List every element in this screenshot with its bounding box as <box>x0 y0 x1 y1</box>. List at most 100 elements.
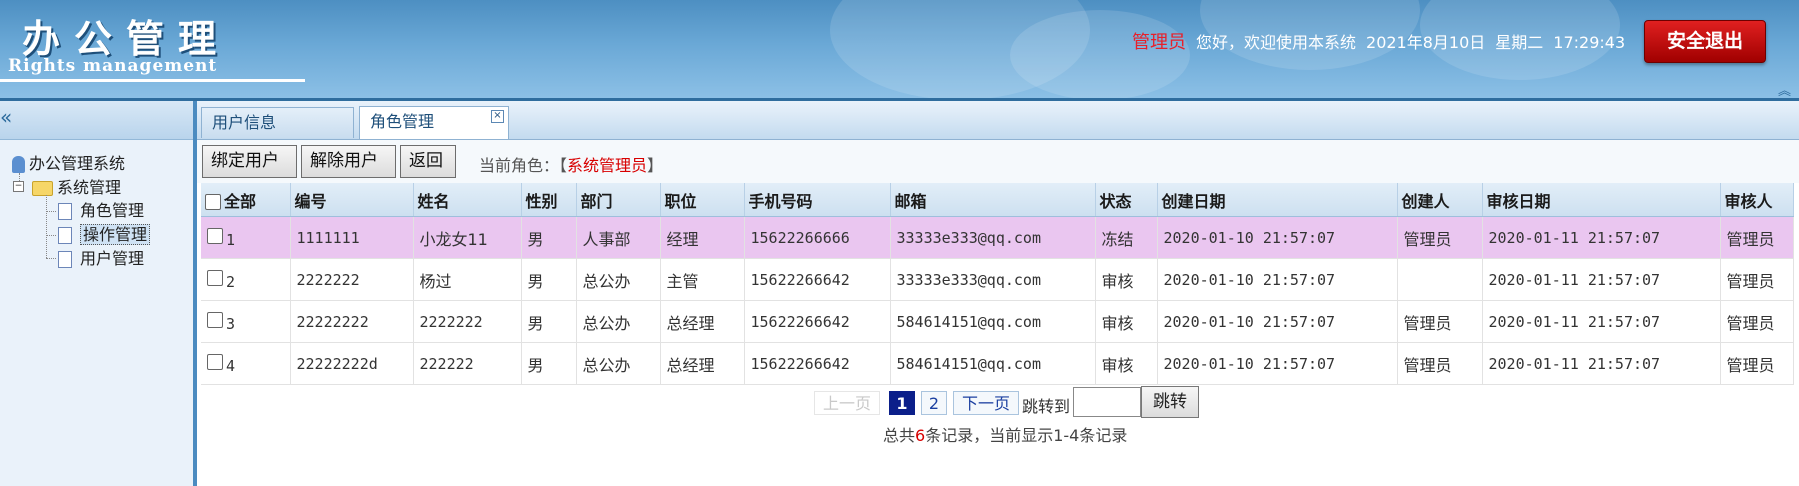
cell-gender: 男 <box>521 216 577 259</box>
row-checkbox[interactable] <box>207 228 223 244</box>
row-number: 2 <box>226 272 236 291</box>
cell-creator: 管理员 <box>1397 216 1483 259</box>
header-banner: 办公管理 Rights management 管理员 您好，欢迎使用本系统 2021… <box>0 0 1799 101</box>
cell-phone: 15622266642 <box>744 258 891 301</box>
cell-email: 584614151@qq.com <box>890 300 1096 343</box>
sidebar-item-user-management[interactable]: 用户管理 <box>58 248 144 270</box>
column-header: 创建日期 <box>1157 183 1398 217</box>
tab-user-info[interactable]: 用户信息 <box>201 107 354 138</box>
cell-gender: 男 <box>521 258 577 301</box>
cell-id: 22222222d <box>290 342 414 385</box>
tree-line <box>46 235 56 236</box>
sidebar-header <box>0 101 193 140</box>
select-all-checkbox[interactable] <box>205 194 221 210</box>
cell-reviewer: 管理员 <box>1720 216 1794 259</box>
sidebar-item-label: 角色管理 <box>80 201 145 220</box>
sidebar-item-label: 操作管理 <box>80 224 151 245</box>
cell-phone: 15622266642 <box>744 300 891 343</box>
cell-review-date: 2020-01-11 21:57:07 <box>1482 300 1721 343</box>
sidebar-item-label: 用户管理 <box>80 249 145 268</box>
back-button[interactable]: 返回 <box>400 145 456 178</box>
cell-created-date: 2020-01-10 21:57:07 <box>1157 216 1398 259</box>
time-text: 17:29:43 <box>1553 33 1626 52</box>
select-all-header[interactable]: 全部 <box>201 183 291 217</box>
cell-status: 审核 <box>1095 342 1158 385</box>
cell-status: 冻结 <box>1095 216 1158 259</box>
column-header: 姓名 <box>413 183 522 217</box>
tree-line <box>46 258 56 259</box>
cell-email: 33333e333@qq.com <box>890 216 1096 259</box>
column-header: 手机号码 <box>744 183 891 217</box>
cell-id: 22222222 <box>290 300 414 343</box>
table-row[interactable]: 4 22222222d 222222 男 总公办 总经理 15622266642… <box>201 342 1794 385</box>
current-role: 当前角色：【系统管理员】 <box>479 152 663 176</box>
cell-review-date: 2020-01-11 21:57:07 <box>1482 258 1721 301</box>
user-role: 管理员 <box>1132 32 1186 53</box>
cell-department: 人事部 <box>576 216 661 259</box>
cell-gender: 男 <box>521 342 577 385</box>
page-icon <box>58 227 72 244</box>
cell-creator: 管理员 <box>1397 342 1483 385</box>
page-icon <box>58 251 72 268</box>
logout-button[interactable]: 安全退出 <box>1644 20 1766 63</box>
cell-id: 1111111 <box>290 216 414 259</box>
cell-creator: 管理员 <box>1397 300 1483 343</box>
cell-email: 33333e333@qq.com <box>890 258 1096 301</box>
user-info: 管理员 您好，欢迎使用本系统 2021年8月10日 星期二 17:29:43 <box>1132 28 1635 54</box>
bind-user-button[interactable]: 绑定用户 <box>202 145 297 178</box>
next-page-button[interactable]: 下一页 <box>953 391 1019 415</box>
tree-root-label: 办公管理系统 <box>29 154 126 173</box>
brand-underline <box>0 79 305 82</box>
close-icon[interactable]: × <box>491 110 504 123</box>
total-count: 6 <box>915 426 926 445</box>
computer-icon <box>12 156 25 173</box>
column-header: 邮箱 <box>890 183 1096 217</box>
page-1-button[interactable]: 1 <box>889 391 915 415</box>
current-role-value: 系统管理员 <box>567 156 648 175</box>
tab-role-management[interactable]: 角色管理 × <box>359 106 509 139</box>
tree-group-label: 系统管理 <box>57 178 122 197</box>
current-role-suffix: 】 <box>647 156 664 175</box>
collapse-minus-icon[interactable]: − <box>13 181 24 192</box>
column-header: 审核人 <box>1720 183 1794 217</box>
app-subtitle: Rights management <box>8 56 218 76</box>
column-header: 状态 <box>1095 183 1158 217</box>
collapse-sidebar-icon[interactable]: « <box>0 105 12 129</box>
row-checkbox[interactable] <box>207 354 223 370</box>
sidebar-item-operation-management[interactable]: 操作管理 <box>58 224 151 246</box>
jump-page-input[interactable] <box>1073 387 1141 417</box>
cell-created-date: 2020-01-10 21:57:07 <box>1157 300 1398 343</box>
table-row[interactable]: 2 2222222 杨过 男 总公办 主管 15622266642 33333e… <box>201 258 1794 301</box>
unbind-user-button[interactable]: 解除用户 <box>301 145 396 178</box>
table-row[interactable]: 1 1111111 小龙女11 男 人事部 经理 15622266666 333… <box>201 216 1794 259</box>
cell-created-date: 2020-01-10 21:57:07 <box>1157 258 1398 301</box>
row-number: 3 <box>226 314 236 333</box>
cell-name: 杨过 <box>413 258 522 301</box>
collapse-header-icon[interactable]: ︽ <box>1778 80 1791 98</box>
column-header: 性别 <box>521 183 577 217</box>
row-number: 1 <box>226 230 236 249</box>
cell-reviewer: 管理员 <box>1720 258 1794 301</box>
cell-status: 审核 <box>1095 300 1158 343</box>
cell-gender: 男 <box>521 300 577 343</box>
cell-phone: 15622266642 <box>744 342 891 385</box>
tree-line <box>46 211 56 212</box>
jump-to-label: 跳转到 <box>1022 397 1071 416</box>
tree-line <box>46 195 47 258</box>
cell-department: 总公办 <box>576 300 661 343</box>
table-row[interactable]: 3 22222222 2222222 男 总公办 总经理 15622266642… <box>201 300 1794 343</box>
date-text: 2021年8月10日 <box>1366 33 1486 52</box>
row-checkbox[interactable] <box>207 312 223 328</box>
prev-page-button[interactable]: 上一页 <box>814 391 880 415</box>
page-2-button[interactable]: 2 <box>921 391 947 415</box>
cell-position: 总经理 <box>660 342 745 385</box>
jump-button[interactable]: 跳转 <box>1141 386 1199 418</box>
row-checkbox[interactable] <box>207 270 223 286</box>
tab-bar: 用户信息 角色管理 × <box>197 101 1799 140</box>
tree-root[interactable]: 办公管理系统 <box>12 153 125 175</box>
cell-status: 审核 <box>1095 258 1158 301</box>
cell-department: 总公办 <box>576 258 661 301</box>
sidebar-item-role-management[interactable]: 角色管理 <box>58 200 144 222</box>
user-table: 全部 编号 姓名 性别 部门 职位 手机号码 邮箱 状态 创建日期 创建人 审核… <box>201 183 1794 385</box>
main-panel: 用户信息 角色管理 × 绑定用户 解除用户 返回 当前角色：【系统管理员】 全部… <box>197 101 1799 486</box>
